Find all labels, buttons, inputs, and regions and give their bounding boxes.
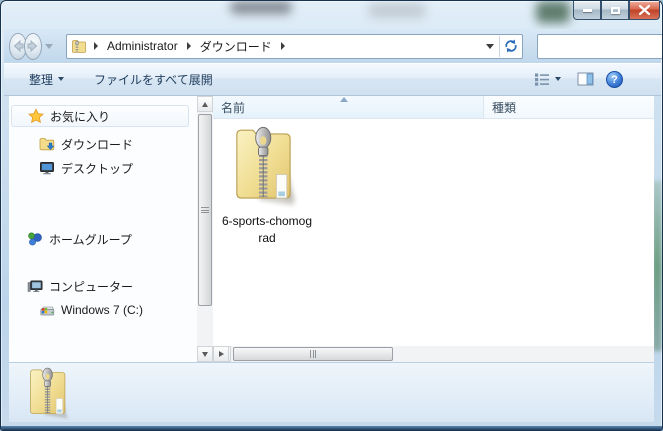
blurred-background-shape [368,3,426,18]
views-icon [534,72,551,87]
minimize-button[interactable] [573,1,601,20]
command-bar: 整理 ファイルをすべて展開 ? [4,63,661,96]
thumb-grip [201,212,209,213]
forward-button[interactable] [24,33,42,60]
views-button[interactable] [530,68,565,91]
breadcrumb-item-administrator[interactable]: Administrator [105,36,180,56]
search-box [537,34,663,59]
sidebar-item-label: Windows 7 (C:) [61,303,143,317]
sort-ascending-icon [340,97,348,102]
sidebar-item-label: デスクトップ [61,160,133,177]
download-folder-icon [39,136,55,152]
column-header-name[interactable]: 名前 [213,96,484,118]
scroll-right-button[interactable] [213,346,229,362]
titlebar[interactable] [2,1,663,29]
file-name-line2: rad [213,230,321,247]
preview-pane-icon [577,72,594,86]
toolbar-right-group: ? [530,68,623,91]
recent-pages-chevron[interactable] [45,44,53,49]
minimize-icon [583,9,592,12]
breadcrumb-separator-icon [281,42,285,50]
sidebar-item-computer[interactable]: コンピューター [9,275,195,297]
blurred-background-text [230,1,292,14]
navigation-bar: Administrator ダウンロード [4,29,661,63]
sidebar-item-label: コンピューター [49,278,133,295]
zip-folder-icon [71,38,87,54]
thumb-grip [201,207,209,208]
arrow-right-icon [219,351,224,357]
file-list-content[interactable]: 6-sports-chomog rad [213,120,654,346]
column-headers: 名前 種類 [213,96,654,119]
address-bar[interactable]: Administrator ダウンロード [66,34,523,59]
file-name-line1: 6-sports-chomog [213,213,321,230]
file-list-pane: 名前 種類 [213,96,654,362]
sidebar-item-favorites[interactable]: お気に入り [11,105,189,127]
star-icon [28,108,44,124]
help-button[interactable]: ? [606,71,623,88]
sidebar-item-downloads[interactable]: ダウンロード [9,133,195,155]
extract-all-label: ファイルをすべて展開 [94,71,213,88]
breadcrumb-separator-icon [187,42,191,50]
column-label: 名前 [221,99,245,116]
navigation-pane: お気に入り ダウンロード デスクトップ ホームグループ [9,96,197,362]
refresh-button[interactable] [500,35,522,58]
breadcrumb-item-downloads[interactable]: ダウンロード [198,35,274,58]
sidebar-scrollbar[interactable] [197,96,213,362]
horizontal-scrollbar[interactable] [213,346,654,362]
homegroup-icon [27,231,43,247]
column-header-type[interactable]: 種類 [484,96,654,118]
sidebar-item-label: ダウンロード [61,136,133,153]
forward-arrow-icon [25,38,41,54]
thumb-grip [201,210,209,211]
zip-folder-icon [234,122,300,210]
scroll-up-button[interactable] [197,96,213,112]
search-input[interactable] [542,38,663,54]
scrollbar-thumb[interactable] [233,347,393,361]
sidebar-item-homegroup[interactable]: ホームグループ [9,228,195,250]
explorer-window: Administrator ダウンロード 整理 [0,0,663,431]
drive-icon [39,302,55,318]
arrow-down-icon [202,352,208,357]
details-pane [9,362,654,422]
maximize-icon [611,7,620,14]
close-button[interactable] [629,1,660,20]
chevron-down-icon [486,44,494,49]
scrollbar-thumb[interactable] [198,114,212,306]
computer-icon [27,278,43,294]
chevron-down-icon [555,77,561,81]
maximize-button[interactable] [601,1,629,20]
address-dropdown-button[interactable] [481,35,499,58]
window-bottom-border [1,426,663,430]
arrow-up-icon [202,102,208,107]
organize-button[interactable]: 整理 [21,66,72,93]
column-label: 種類 [492,99,516,116]
file-item-zip[interactable]: 6-sports-chomog rad [213,122,321,247]
sidebar-item-label: お気に入り [50,108,110,125]
scroll-down-button[interactable] [197,346,213,362]
refresh-icon [503,38,519,54]
zip-folder-icon [28,365,72,421]
caption-buttons [573,1,660,21]
organize-label: 整理 [29,71,53,88]
sidebar-item-windows7-c[interactable]: Windows 7 (C:) [9,299,195,321]
thumb-grip [315,350,316,358]
sidebar-item-desktop[interactable]: デスクトップ [9,157,195,179]
breadcrumb-separator-icon [94,42,98,50]
close-icon [639,5,650,15]
desktop-icon [39,160,55,176]
thumb-grip [310,350,311,358]
extract-all-button[interactable]: ファイルをすべて展開 [86,66,221,93]
chevron-down-icon [58,77,64,81]
blurred-background-shape [536,1,570,23]
preview-pane-button[interactable] [575,68,596,90]
thumb-grip [313,350,314,358]
sidebar-item-label: ホームグループ [49,231,132,248]
